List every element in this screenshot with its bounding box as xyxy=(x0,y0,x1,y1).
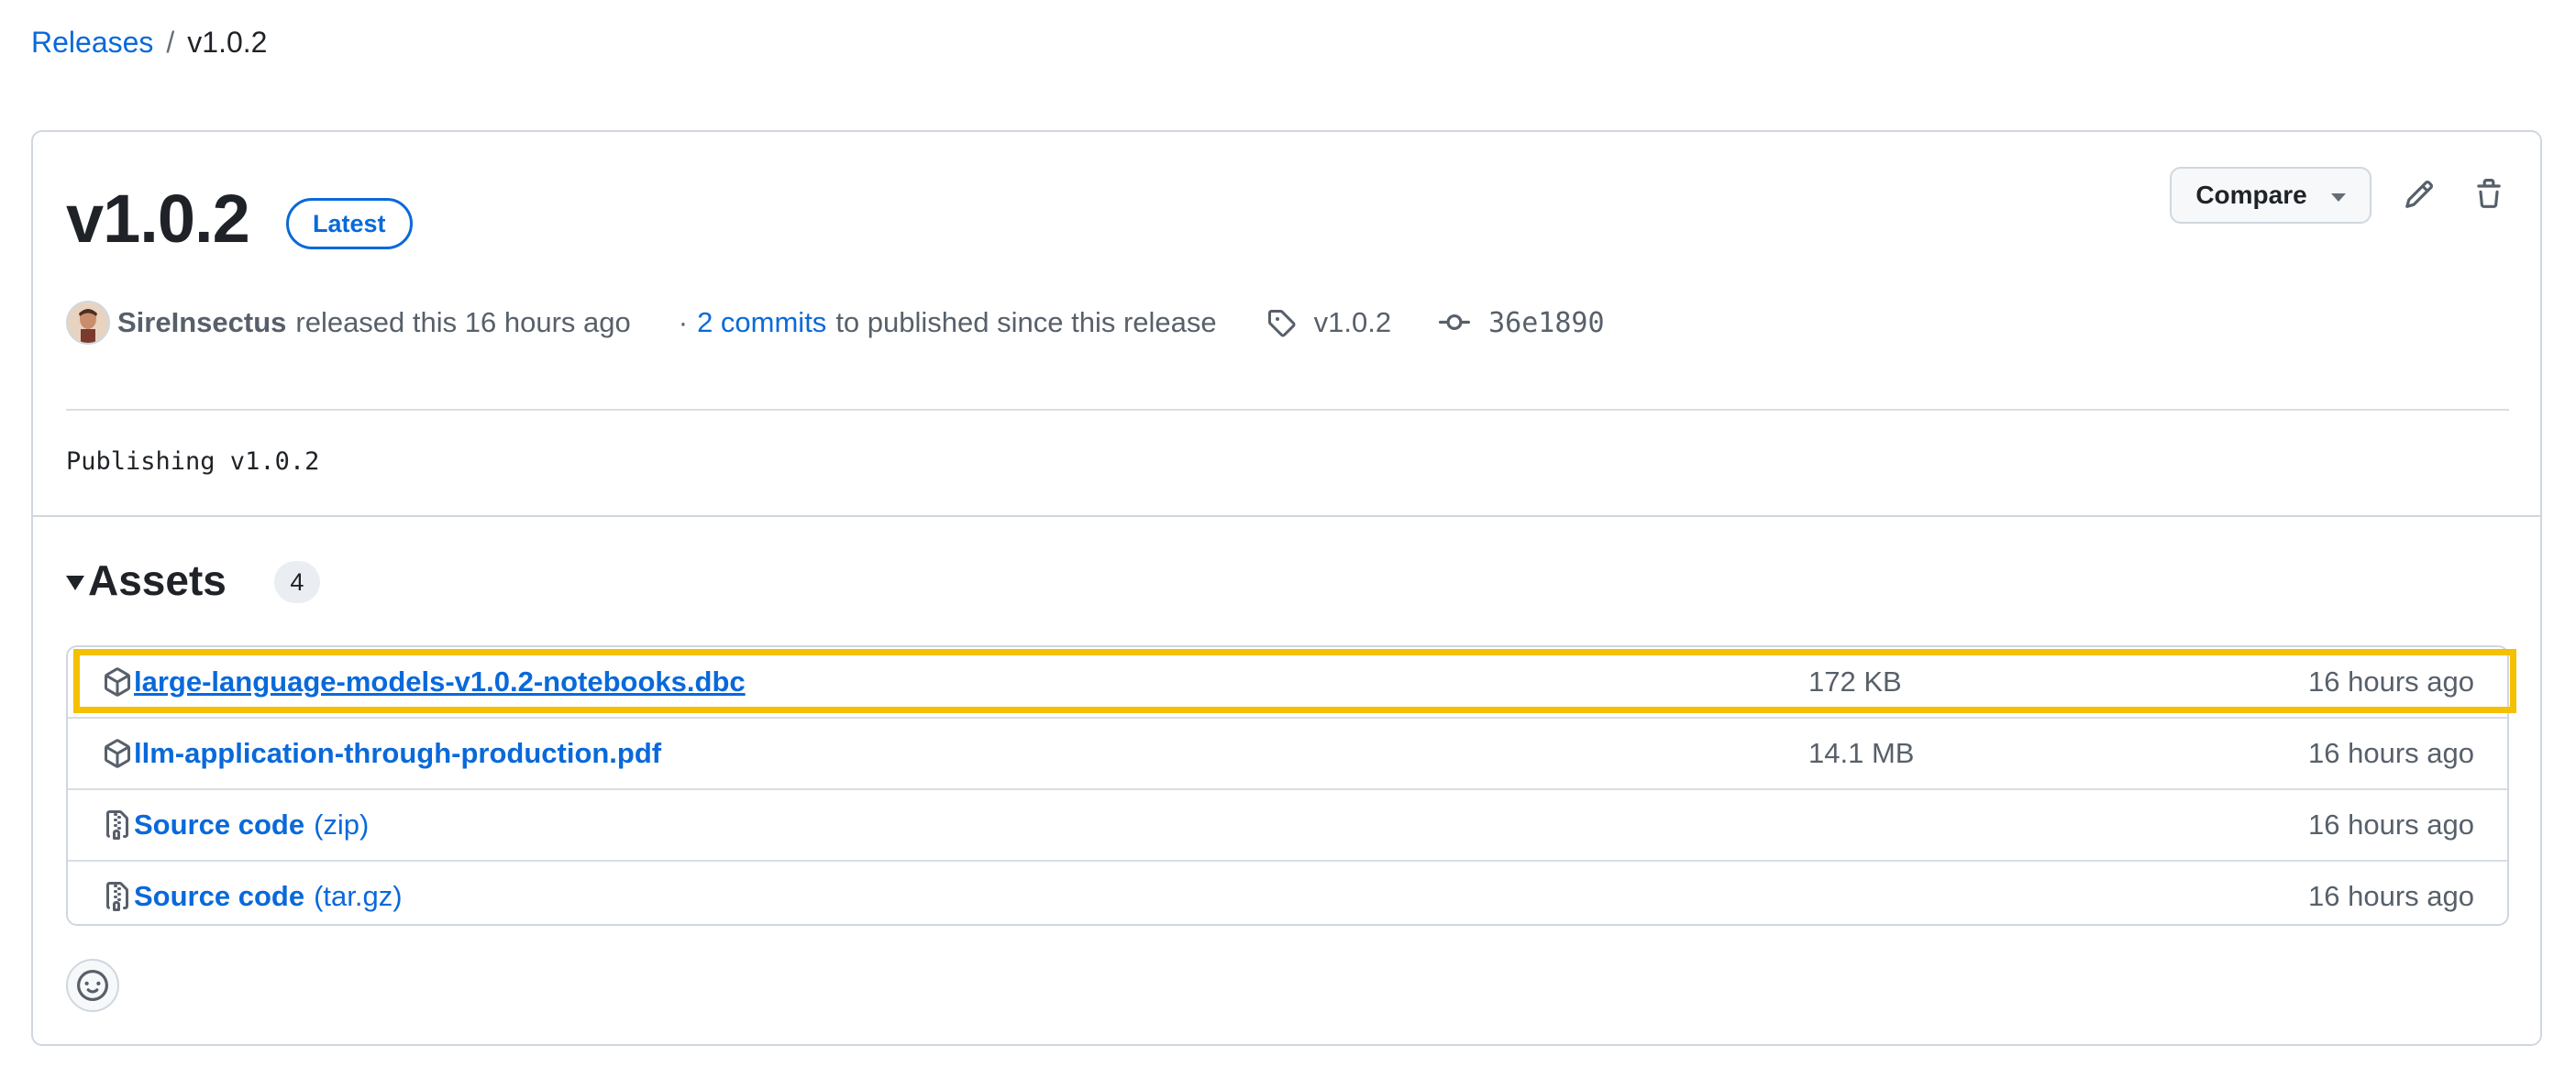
divider xyxy=(33,515,2540,517)
smiley-icon xyxy=(77,970,108,1001)
asset-link-source-targz[interactable]: Source code (tar.gz) xyxy=(134,878,403,915)
asset-name-label: Source code xyxy=(134,808,305,841)
add-reaction-button[interactable] xyxy=(66,959,119,1012)
asset-link-source-zip[interactable]: Source code (zip) xyxy=(134,807,369,843)
pencil-icon xyxy=(2405,180,2434,208)
file-zip-icon xyxy=(101,878,134,915)
asset-name-suffix: (zip) xyxy=(314,808,370,841)
asset-size: 14.1 MB xyxy=(1808,737,1915,769)
edit-button[interactable] xyxy=(2394,169,2445,220)
asset-name-suffix: (tar.gz) xyxy=(314,880,403,912)
asset-time: 16 hours ago xyxy=(2308,880,2474,912)
breadcrumb: Releases / v1.0.2 xyxy=(31,24,267,60)
assets-list: large-language-models-v1.0.2-notebooks.d… xyxy=(66,645,2509,926)
asset-size: 172 KB xyxy=(1808,666,1902,698)
release-card: v1.0.2 Latest Compare SireInsectus relea… xyxy=(31,130,2542,1046)
package-icon xyxy=(101,664,134,700)
trash-icon xyxy=(2477,179,2501,208)
commit-sha-link[interactable]: 36e1890 xyxy=(1488,307,1604,339)
released-text: released this 16 hours ago xyxy=(295,306,631,338)
compare-button[interactable]: Compare xyxy=(2170,167,2371,224)
triangle-down-icon xyxy=(66,576,84,590)
release-notes: Publishing v1.0.2 xyxy=(66,447,320,476)
asset-time: 16 hours ago xyxy=(2308,808,2474,841)
asset-link-notebooks[interactable]: large-language-models-v1.0.2-notebooks.d… xyxy=(134,664,746,700)
release-title: v1.0.2 xyxy=(66,181,250,257)
avatar[interactable] xyxy=(66,301,110,345)
breadcrumb-current: v1.0.2 xyxy=(187,26,268,59)
delete-button[interactable] xyxy=(2463,169,2515,220)
git-commit-icon xyxy=(1439,307,1471,338)
asset-time: 16 hours ago xyxy=(2308,737,2474,769)
asset-row: large-language-models-v1.0.2-notebooks.d… xyxy=(68,647,2507,717)
asset-time: 16 hours ago xyxy=(2308,666,2474,698)
assets-toggle[interactable]: Assets 4 xyxy=(66,556,320,605)
breadcrumb-separator: / xyxy=(166,26,175,59)
package-icon xyxy=(101,735,134,772)
asset-row: Source code (zip) 16 hours ago xyxy=(68,790,2507,860)
chevron-down-icon xyxy=(2330,192,2346,202)
tag-icon xyxy=(1266,308,1296,337)
published-text: to published since this release xyxy=(835,306,1217,338)
assets-title: Assets xyxy=(88,556,227,604)
file-zip-icon xyxy=(101,807,134,843)
latest-badge: Latest xyxy=(286,198,413,249)
breadcrumb-releases-link[interactable]: Releases xyxy=(31,24,153,60)
tag-link[interactable]: v1.0.2 xyxy=(1314,306,1391,339)
commits-link[interactable]: 2 commits xyxy=(697,306,826,339)
asset-link-pdf[interactable]: llm-application-through-production.pdf xyxy=(134,735,661,772)
dot-separator: · xyxy=(678,306,689,338)
author-link[interactable]: SireInsectus xyxy=(117,306,286,339)
asset-row: Source code (tar.gz) 16 hours ago xyxy=(68,862,2507,931)
divider xyxy=(66,409,2509,411)
asset-name-label: Source code xyxy=(134,880,305,912)
asset-row: llm-application-through-production.pdf 1… xyxy=(68,719,2507,788)
compare-button-label: Compare xyxy=(2195,181,2307,209)
assets-count-badge: 4 xyxy=(273,561,320,603)
avatar-icon xyxy=(68,302,108,343)
release-meta: SireInsectus released this 16 hours ago … xyxy=(66,297,1605,348)
